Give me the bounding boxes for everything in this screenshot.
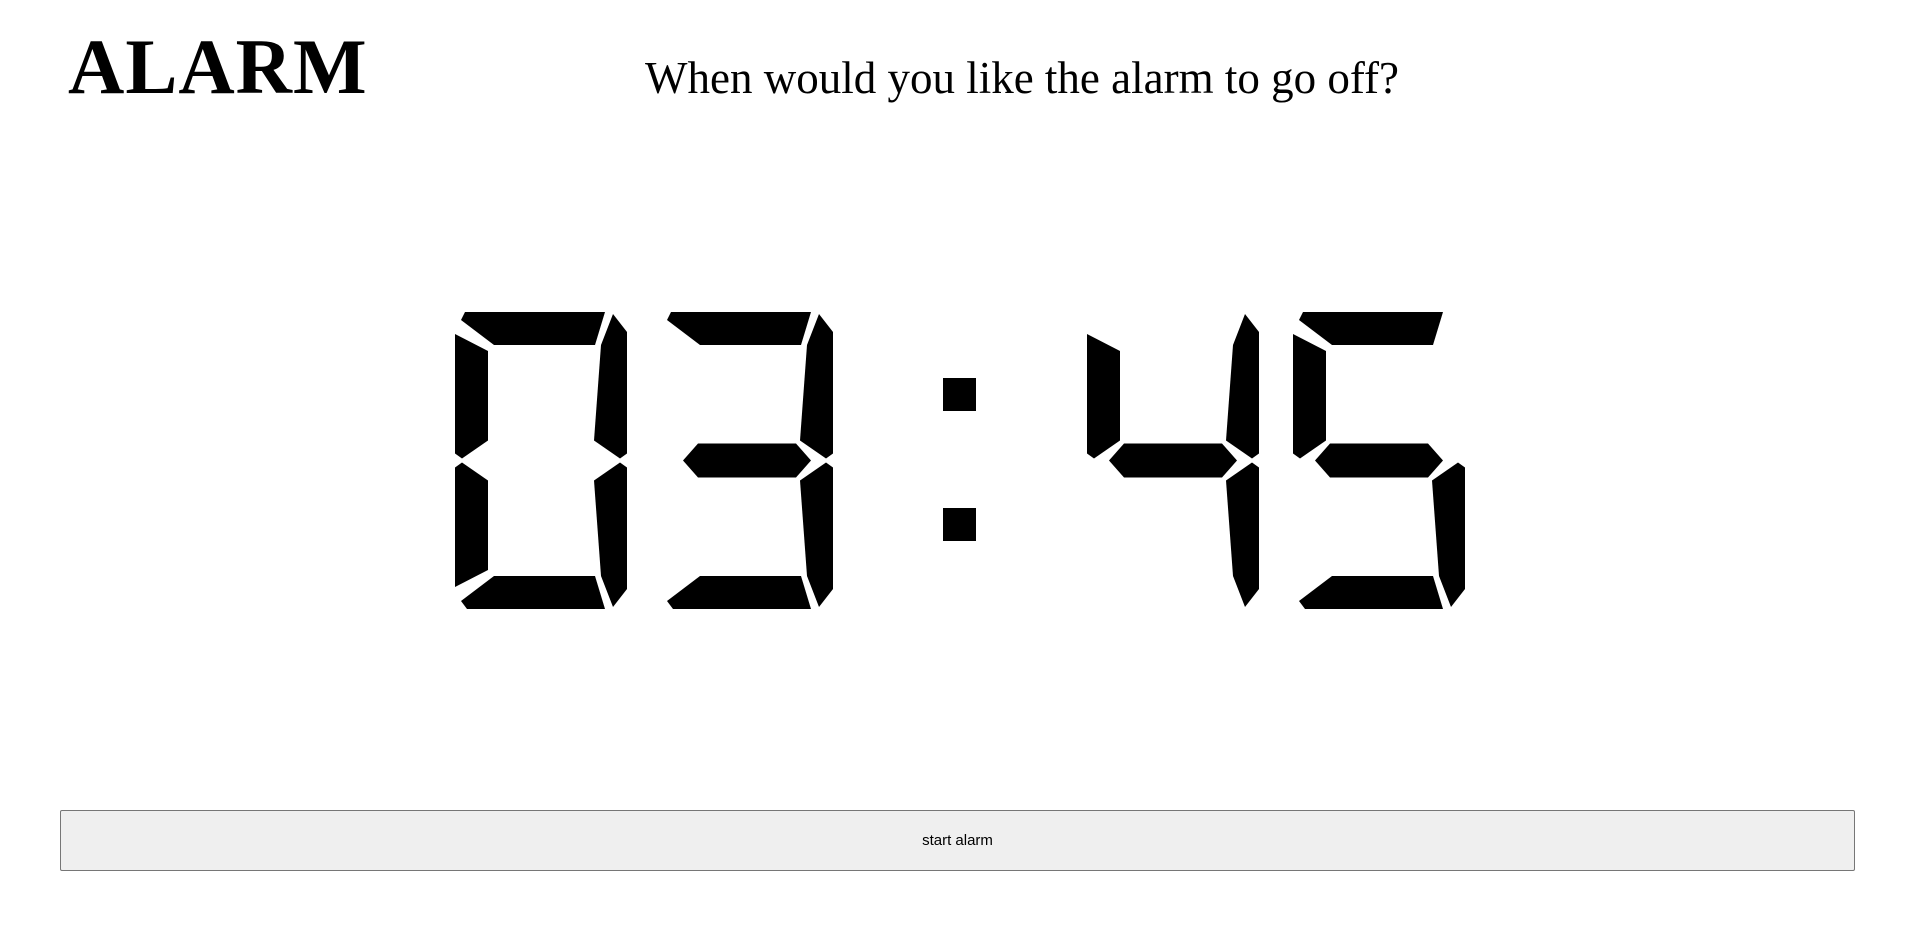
segment-middle bbox=[683, 443, 811, 478]
segment-top-right bbox=[594, 314, 627, 459]
alarm-prompt: When would you like the alarm to go off? bbox=[645, 53, 1399, 103]
segment-bottom-right bbox=[1432, 462, 1465, 607]
segment-bottom-left bbox=[455, 462, 488, 587]
segment-top-right bbox=[1226, 314, 1259, 459]
minutes-tens-digit[interactable] bbox=[1087, 314, 1259, 607]
segment-top-right bbox=[800, 314, 833, 459]
segment-middle bbox=[1315, 443, 1443, 478]
segment-bottom-right bbox=[594, 462, 627, 607]
segment-top bbox=[461, 312, 605, 345]
time-colon-separator bbox=[943, 378, 976, 541]
segment-middle bbox=[1109, 443, 1237, 478]
segment-top bbox=[1299, 312, 1443, 345]
segment-top-left bbox=[1087, 334, 1120, 459]
alarm-time-display bbox=[0, 0, 1915, 932]
segment-bottom bbox=[667, 576, 811, 609]
colon-dot-top bbox=[943, 378, 976, 411]
seven-segment-clock bbox=[455, 312, 1465, 609]
segment-bottom-right bbox=[1226, 462, 1259, 607]
segment-top-left bbox=[455, 334, 488, 459]
minutes-ones-digit[interactable] bbox=[1293, 312, 1465, 609]
segment-bottom bbox=[461, 576, 605, 609]
segment-bottom bbox=[1299, 576, 1443, 609]
app-title: ALARM bbox=[68, 23, 368, 110]
segment-bottom-right bbox=[800, 462, 833, 607]
segment-top bbox=[667, 312, 811, 345]
segment-top-left bbox=[1293, 334, 1326, 459]
hours-ones-digit[interactable] bbox=[667, 312, 833, 609]
colon-dot-bottom bbox=[943, 508, 976, 541]
start-alarm-button[interactable]: start alarm bbox=[60, 810, 1855, 871]
hours-tens-digit[interactable] bbox=[455, 312, 627, 609]
